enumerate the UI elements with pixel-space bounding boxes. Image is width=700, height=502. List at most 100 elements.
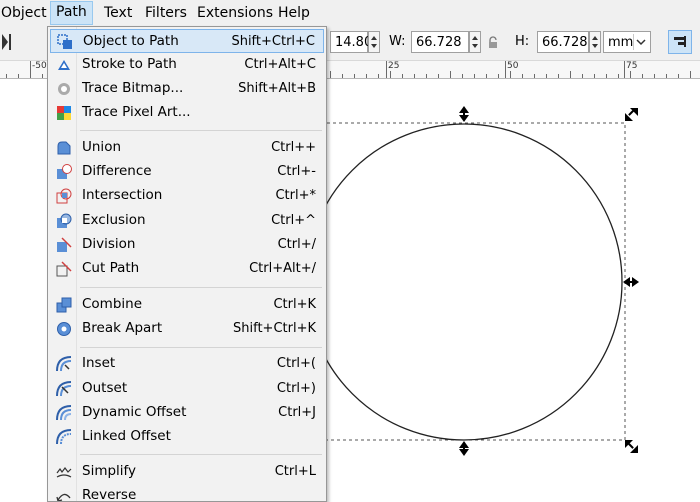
menu-item-object-to-path[interactable]: Object to Path Shift+Ctrl+C [50, 29, 324, 53]
menu-item-union[interactable]: Union Ctrl++ [50, 136, 324, 160]
h-input[interactable]: 66.728 [537, 31, 589, 53]
unit-value: mm [608, 35, 634, 50]
circle-object [305, 123, 623, 441]
ruler-minor-tick [570, 71, 571, 78]
menu-item-shortcut: Ctrl+) [276, 381, 316, 396]
menu-item-intersection[interactable]: Intersection Ctrl+* [50, 184, 324, 208]
scale-handle-bottom [459, 441, 469, 456]
menu-item-break-apart[interactable]: Break Apart Shift+Ctrl+K [50, 317, 324, 341]
ruler-minor-tick [414, 74, 415, 78]
w-spinner[interactable] [469, 31, 481, 53]
menu-separator [80, 347, 322, 348]
menu-extensions[interactable]: Extensions [192, 2, 278, 24]
break-apart-icon [56, 321, 72, 337]
ruler-minor-tick [30, 71, 31, 78]
menu-filters[interactable]: Filters [140, 2, 192, 24]
ruler-minor-tick [606, 74, 607, 78]
dynamic-offset-icon [56, 405, 72, 421]
ruler-minor-tick [558, 74, 559, 78]
combine-icon [56, 297, 72, 313]
ruler-minor-tick [402, 74, 403, 78]
outset-icon [56, 381, 72, 397]
menu-object[interactable]: Object [0, 2, 52, 24]
menu-item-combine[interactable]: Combine Ctrl+K [50, 293, 324, 317]
y-spinner[interactable] [368, 31, 380, 53]
scale-handle-top-right [625, 108, 638, 121]
ruler-minor-tick [378, 74, 379, 78]
ruler-minor-tick [366, 74, 367, 78]
menu-item-shortcut: Ctrl+/ [277, 237, 316, 252]
menu-item-trace-bitmap[interactable]: Trace Bitmap... Shift+Alt+B [50, 77, 324, 101]
menu-item-label: Object to Path [83, 33, 179, 49]
menu-item-label: Outset [82, 380, 128, 396]
menu-item-label: Reverse [82, 487, 137, 502]
menu-item-outset[interactable]: Outset Ctrl+) [50, 377, 324, 401]
menu-path[interactable]: Path [50, 1, 93, 25]
ruler-minor-tick [498, 74, 499, 78]
ruler-minor-tick [450, 71, 451, 78]
menu-item-shortcut: Ctrl+J [278, 405, 316, 420]
ruler-minor-tick [630, 71, 631, 78]
object-to-path-icon [57, 34, 73, 50]
menu-item-reverse[interactable]: Reverse [50, 484, 324, 502]
menu-item-simplify[interactable]: Simplify Ctrl+L [50, 460, 324, 484]
lock-icon[interactable] [487, 36, 499, 50]
snap-toggle-icon[interactable] [668, 30, 692, 54]
cut-path-icon [56, 261, 72, 277]
menu-item-label: Exclusion [82, 212, 146, 228]
menu-item-inset[interactable]: Inset Ctrl+( [50, 352, 324, 376]
menu-item-label: Combine [82, 296, 143, 312]
scale-handle-right [623, 277, 639, 287]
menu-item-label: Linked Offset [82, 428, 171, 444]
menu-item-shortcut: Ctrl+( [276, 356, 316, 371]
menu-item-shortcut: Shift+Alt+B [238, 81, 316, 96]
menu-item-linked-offset[interactable]: Linked Offset [50, 425, 324, 449]
menu-item-difference[interactable]: Difference Ctrl+- [50, 160, 324, 184]
menu-separator [80, 130, 322, 131]
menu-item-cut-path[interactable]: Cut Path Ctrl+Alt+/ [50, 257, 324, 281]
menubar: Object Path Text Filters Extensions Help [0, 0, 700, 27]
menu-item-exclusion[interactable]: Exclusion Ctrl+^ [50, 209, 324, 233]
ruler-minor-tick [474, 74, 475, 78]
y-input[interactable]: 14.803 [330, 31, 381, 53]
ruler-minor-tick [426, 74, 427, 78]
path-menu-dropdown: Object to Path Shift+Ctrl+C Stroke to Pa… [47, 26, 327, 502]
unit-select[interactable]: mm [603, 31, 651, 53]
menu-text[interactable]: Text [99, 2, 137, 24]
ruler-minor-tick [534, 74, 535, 78]
menu-item-trace-pixel-art[interactable]: Trace Pixel Art... [50, 101, 324, 125]
menu-item-stroke-to-path[interactable]: Stroke to Path Ctrl+Alt+C [50, 53, 324, 77]
menu-item-label: Inset [82, 355, 116, 371]
intersection-icon [56, 188, 72, 204]
menu-item-shortcut: Shift+Ctrl+K [233, 321, 316, 336]
linked-offset-icon [56, 429, 72, 445]
w-input[interactable]: 66.728 [411, 31, 469, 53]
scale-handle-top [459, 106, 469, 122]
simplify-icon [56, 464, 72, 480]
trace-pixel-art-icon [56, 105, 72, 121]
ruler-minor-tick [582, 74, 583, 78]
h-spinner[interactable] [589, 31, 601, 53]
ruler-minor-tick [522, 74, 523, 78]
ruler-minor-tick [654, 74, 655, 78]
menu-item-label: Division [82, 236, 136, 252]
inset-icon [56, 356, 72, 372]
ruler-label: -50 [32, 61, 47, 71]
menu-help[interactable]: Help [273, 2, 315, 24]
ruler-tick [386, 61, 387, 78]
menu-item-shortcut: Ctrl+Alt+C [244, 57, 316, 72]
reverse-icon [56, 488, 72, 501]
ruler-label: 75 [626, 61, 638, 71]
ruler-minor-tick [642, 74, 643, 78]
exclusion-icon [56, 213, 72, 229]
menu-item-dynamic-offset[interactable]: Dynamic Offset Ctrl+J [50, 401, 324, 425]
menu-item-division[interactable]: Division Ctrl+/ [50, 233, 324, 257]
align-icon[interactable] [0, 32, 14, 52]
menu-item-shortcut: Ctrl+- [277, 164, 316, 179]
menu-item-label: Dynamic Offset [82, 404, 187, 420]
menu-separator [80, 454, 322, 455]
ruler-minor-tick [594, 74, 595, 78]
menu-item-shortcut: Ctrl+^ [271, 213, 316, 228]
ruler-tick [505, 61, 506, 78]
stroke-to-path-icon [56, 57, 72, 73]
